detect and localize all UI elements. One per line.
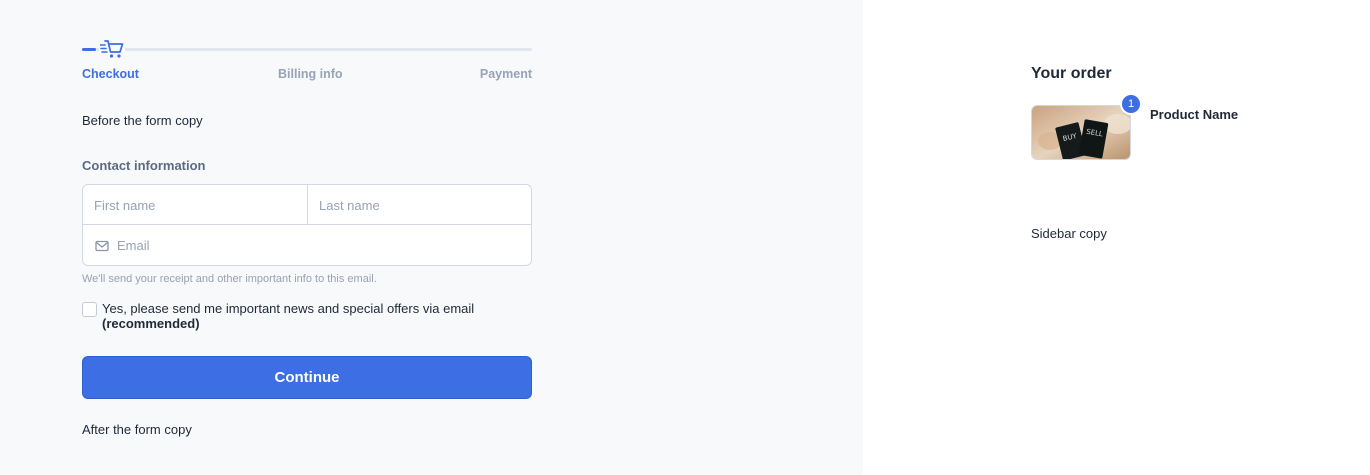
- step-checkout[interactable]: Checkout: [82, 67, 139, 81]
- product-name: Product Name: [1150, 107, 1239, 122]
- after-form-copy: After the form copy: [82, 422, 192, 437]
- newsletter-recommended-text: (recommended): [102, 316, 200, 331]
- progress-track: [82, 48, 532, 51]
- product-image: BUY SELL: [1031, 105, 1131, 160]
- progress-stepper: Checkout Billing info Payment: [82, 38, 532, 82]
- newsletter-consent-label[interactable]: Yes, please send me important news and s…: [102, 301, 474, 331]
- checkout-main-pane: Checkout Billing info Payment Before the…: [0, 0, 863, 475]
- step-payment: Payment: [479, 67, 532, 81]
- first-name-input[interactable]: [94, 195, 299, 215]
- continue-button[interactable]: Continue: [82, 356, 532, 399]
- email-input[interactable]: [117, 235, 517, 255]
- envelope-icon: [95, 239, 109, 252]
- shopping-cart-icon: [99, 38, 125, 60]
- contact-form-fields: [82, 184, 532, 266]
- quantity-badge: 1: [1120, 93, 1142, 115]
- last-name-input[interactable]: [319, 195, 524, 215]
- step-billing-info: Billing info: [278, 67, 343, 81]
- newsletter-checkbox[interactable]: [82, 302, 97, 317]
- before-form-copy: Before the form copy: [82, 113, 203, 128]
- field-divider: [307, 185, 308, 225]
- newsletter-consent-text: Yes, please send me important news and s…: [102, 301, 475, 316]
- progress-track-fill: [82, 48, 96, 51]
- sidebar-copy: Sidebar copy: [1031, 226, 1107, 241]
- your-order-title: Your order: [1031, 65, 1112, 82]
- email-helper-text: We'll send your receipt and other import…: [82, 273, 377, 285]
- name-row: [83, 185, 531, 225]
- order-sidebar: Your order BUY SELL 1 Product Name Sideb…: [863, 0, 1370, 475]
- contact-information-title: Contact information: [82, 158, 206, 173]
